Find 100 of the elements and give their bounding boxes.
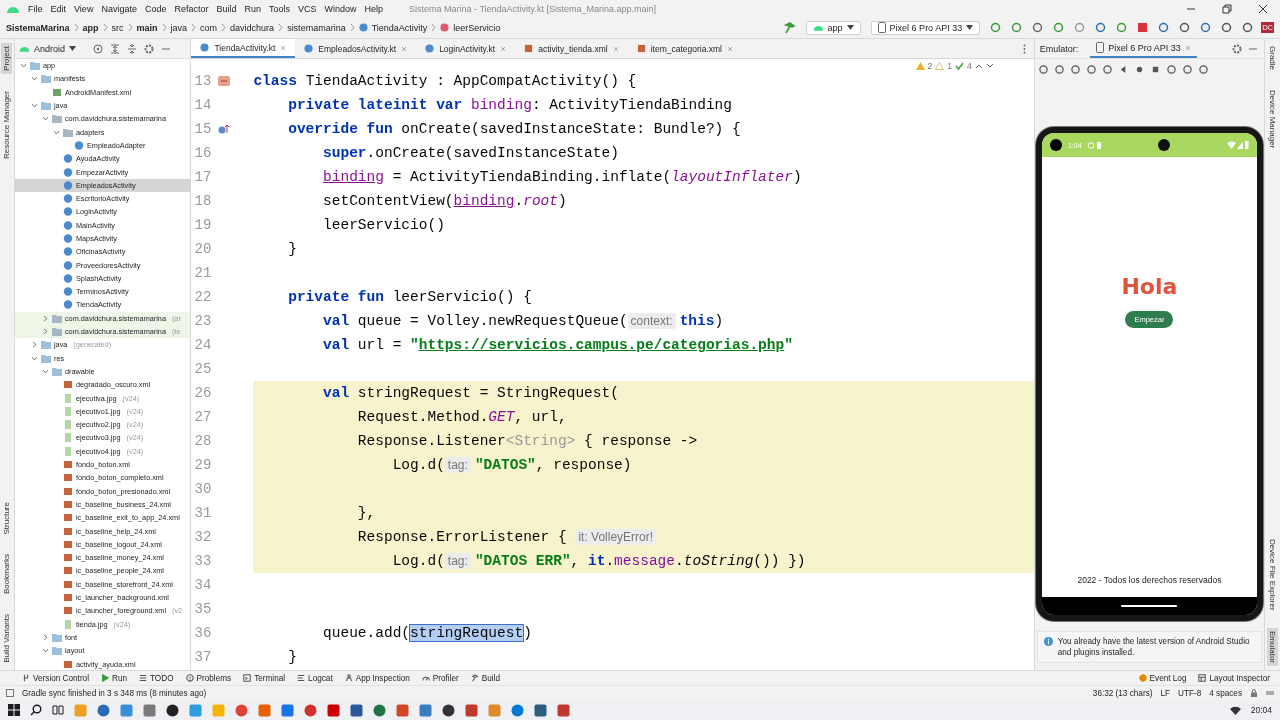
breadcrumb[interactable]: main xyxy=(136,22,158,33)
menu-item[interactable]: Code xyxy=(144,3,167,14)
tool-window-tab[interactable]: Resource Manager xyxy=(1,87,13,162)
menu-item[interactable]: Build xyxy=(216,3,237,14)
menu-item[interactable]: Tools xyxy=(269,3,290,14)
wifi-icon[interactable] xyxy=(1229,705,1241,715)
app-icon[interactable] xyxy=(166,703,179,717)
tool-window-tab[interactable]: Bookmarks xyxy=(1,551,13,598)
chevron-icon[interactable] xyxy=(41,328,49,336)
device-tab[interactable]: Pixel 6 Pro API 33 xyxy=(1090,39,1197,58)
window-title: Sistema Marina - TiendaActivity.kt [Sistema_Marina.app.main] xyxy=(409,3,656,14)
menu-item[interactable]: File xyxy=(28,3,43,14)
status-item[interactable]: LF xyxy=(1160,688,1170,698)
xml-file-icon xyxy=(62,606,73,616)
document-lines-icon xyxy=(297,674,306,682)
chevron-icon[interactable] xyxy=(41,647,49,655)
breadcrumb[interactable]: java xyxy=(170,22,188,33)
xml-file-icon xyxy=(62,539,73,549)
chevron-down-icon[interactable] xyxy=(985,63,994,69)
chevron-icon[interactable] xyxy=(30,75,38,83)
windows-logo-icon[interactable] xyxy=(8,704,20,716)
status-item[interactable]: UTF-8 xyxy=(1178,688,1202,698)
tool-window-button[interactable]: Terminal xyxy=(243,673,286,683)
editor-tab[interactable]: item_categoria.xml xyxy=(627,39,742,58)
tool-window-button[interactable]: Version Control xyxy=(22,673,89,683)
menu-item[interactable]: Run xyxy=(244,3,261,14)
tool-window-tab[interactable]: Build Variants xyxy=(1,611,13,666)
tool-window-button[interactable]: TODO xyxy=(139,673,174,683)
chevron-icon[interactable] xyxy=(30,341,38,349)
menu-item[interactable]: VCS xyxy=(298,3,317,14)
chevron-up-icon[interactable] xyxy=(974,63,983,69)
stop-icon[interactable] xyxy=(1137,22,1149,33)
app-icon[interactable] xyxy=(442,703,455,717)
chevron-icon[interactable] xyxy=(41,115,49,123)
view-dropdown[interactable]: Android xyxy=(18,43,76,54)
home-icon[interactable] xyxy=(1134,64,1144,74)
lock-icon[interactable] xyxy=(1250,689,1258,697)
status-item[interactable]: 36:32 (13 chars) xyxy=(1092,688,1153,698)
chevron-icon[interactable] xyxy=(52,128,60,136)
tool-window-button[interactable]: Problems xyxy=(185,673,232,683)
menu-item[interactable]: Edit xyxy=(50,3,67,14)
tool-window-button[interactable]: Logcat xyxy=(297,673,333,683)
breadcrumb[interactable]: TiendaActivity xyxy=(371,22,428,33)
editor-tab[interactable]: activity_tienda.xml xyxy=(515,39,628,58)
breadcrumb[interactable]: davidchura xyxy=(230,22,275,33)
breadcrumb[interactable]: src xyxy=(111,22,124,33)
device-dropdown[interactable]: Pixel 6 Pro API 33 xyxy=(870,20,981,35)
tool-window-button[interactable]: Profiler xyxy=(421,673,459,683)
close-icon[interactable] xyxy=(1258,3,1268,14)
breadcrumb[interactable]: leerServicio xyxy=(453,22,501,33)
menu-item[interactable]: Navigate xyxy=(101,3,137,14)
chevron-icon[interactable] xyxy=(41,314,49,322)
menu-item[interactable]: Refactor xyxy=(174,3,209,14)
app-icon[interactable] xyxy=(350,703,363,717)
menu-item[interactable]: Window xyxy=(324,3,357,14)
tool-window-tab[interactable]: Device File Explorer xyxy=(1267,536,1278,614)
chevron-icon[interactable] xyxy=(19,62,27,70)
chevron-icon[interactable] xyxy=(30,102,38,110)
run-marker-icon[interactable] xyxy=(217,75,232,87)
passed-count[interactable]: 4 xyxy=(967,61,972,71)
tool-window-button[interactable]: App Inspection xyxy=(344,673,410,683)
breadcrumb[interactable]: SistemaMarina xyxy=(6,22,70,33)
memory-indicator-icon[interactable] xyxy=(1266,689,1274,697)
restore-icon[interactable] xyxy=(1222,3,1232,14)
hammer-icon[interactable] xyxy=(783,21,796,34)
weak-warning-count[interactable]: 1 xyxy=(947,61,953,71)
warning-count[interactable]: 2 xyxy=(927,61,933,71)
tool-window-tab[interactable]: Structure xyxy=(1,498,13,538)
breadcrumb[interactable]: sistemamarina xyxy=(287,22,346,33)
chevron-icon[interactable] xyxy=(41,367,49,375)
override-marker-icon[interactable] xyxy=(217,123,232,135)
tool-window-tab[interactable]: Gradle xyxy=(1267,43,1278,73)
status-item[interactable]: 4 spaces xyxy=(1209,688,1242,698)
editor-tab[interactable]: LoginActivity.kt xyxy=(416,39,516,58)
chevron-icon[interactable] xyxy=(30,354,38,362)
expand-all-icon[interactable] xyxy=(110,43,120,54)
editor-tab[interactable]: EmpleadosActivity.kt xyxy=(295,39,417,58)
tool-window-button[interactable]: Run xyxy=(101,673,127,683)
line-number: 14 xyxy=(193,97,212,113)
tool-window-tab[interactable]: Emulator xyxy=(1267,628,1278,666)
breadcrumb[interactable]: app xyxy=(82,22,99,33)
task-view-icon[interactable] xyxy=(52,704,64,716)
collapse-all-icon[interactable] xyxy=(127,43,137,54)
tool-window-button[interactable]: Layout Inspector xyxy=(1198,673,1270,683)
tool-window-button[interactable]: Event Log xyxy=(1138,673,1187,683)
run-configuration-dropdown[interactable]: app xyxy=(805,20,861,35)
editor-tab[interactable]: TiendaActivity.kt xyxy=(191,39,296,58)
chevron-icon[interactable] xyxy=(41,633,49,641)
tool-window-button[interactable]: Build xyxy=(470,673,500,683)
tool-window-tab[interactable]: Project xyxy=(1,43,13,74)
menu-item[interactable]: Help xyxy=(364,3,384,14)
app-icon[interactable] xyxy=(534,703,547,717)
code-line: private lateinit var binding: ActivityTiendaBinding xyxy=(287,97,732,113)
menu-item[interactable]: View xyxy=(74,3,94,14)
taskbar-clock[interactable]: 20:04 xyxy=(1250,705,1272,715)
back-icon[interactable] xyxy=(1118,64,1128,74)
overview-icon[interactable] xyxy=(1150,64,1160,74)
tool-window-tab[interactable]: Device Manager xyxy=(1267,87,1278,152)
breadcrumb[interactable]: com xyxy=(200,22,218,33)
target-icon[interactable] xyxy=(93,43,103,54)
